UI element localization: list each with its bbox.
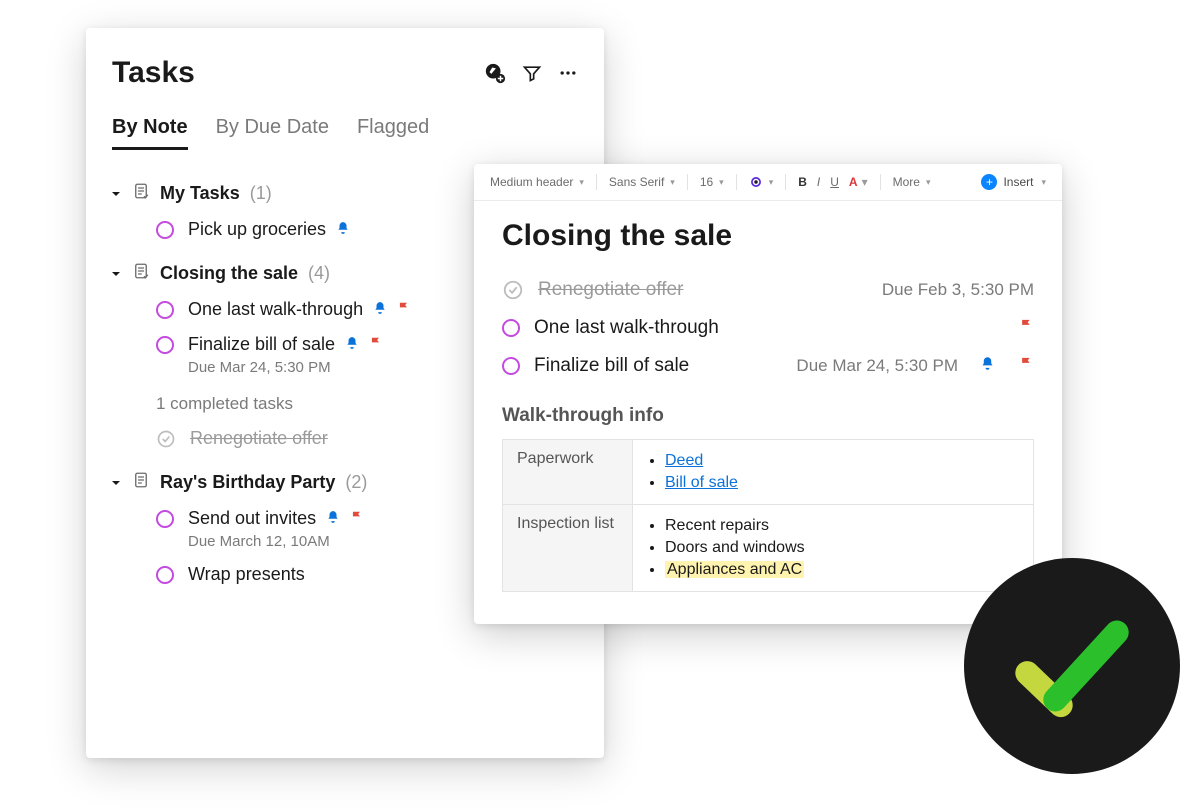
task-checkbox[interactable] bbox=[156, 301, 174, 319]
toolbar-text-color-icon[interactable]: A▾ bbox=[847, 173, 870, 191]
toolbar-separator bbox=[736, 174, 737, 190]
toolbar-color-icon[interactable]: ▾ bbox=[747, 173, 776, 191]
tab-by-due-date[interactable]: By Due Date bbox=[216, 116, 329, 150]
task-checkbox[interactable] bbox=[156, 510, 174, 528]
task-checkbox[interactable] bbox=[156, 566, 174, 584]
plus-icon: + bbox=[981, 174, 997, 190]
table-cell[interactable]: Deed Bill of sale bbox=[633, 440, 1034, 505]
task-due: Due March 12, 10AM bbox=[188, 533, 364, 550]
check-badge bbox=[964, 558, 1180, 774]
task-checkbox[interactable] bbox=[502, 357, 520, 375]
note-task-title: Finalize bill of sale bbox=[534, 355, 689, 377]
chevron-down-icon bbox=[110, 477, 122, 489]
chevron-down-icon bbox=[110, 188, 122, 200]
flag-icon bbox=[397, 299, 411, 320]
task-body: Finalize bill of sale Due Mar 24, 5:30 P… bbox=[188, 334, 383, 376]
more-icon[interactable] bbox=[558, 63, 578, 83]
reminder-icon bbox=[336, 219, 350, 240]
task-checkbox[interactable] bbox=[156, 336, 174, 354]
table-label: Paperwork bbox=[503, 440, 633, 505]
info-table: Paperwork Deed Bill of sale Inspection l… bbox=[502, 439, 1034, 592]
table-cell[interactable]: Recent repairs Doors and windows Applian… bbox=[633, 505, 1034, 592]
list-item-highlight: Appliances and AC bbox=[665, 561, 804, 578]
task-checkbox[interactable] bbox=[502, 319, 520, 337]
toolbar-bold-icon[interactable]: B bbox=[796, 173, 809, 191]
note-title[interactable]: Closing the sale bbox=[502, 219, 1034, 253]
note-icon bbox=[132, 471, 150, 494]
task-body: Pick up groceries bbox=[188, 219, 350, 240]
list-item: Doors and windows bbox=[665, 539, 805, 556]
chevron-down-icon bbox=[110, 268, 122, 280]
list-item: Recent repairs bbox=[665, 517, 769, 534]
reminder-icon bbox=[326, 508, 340, 529]
note-task-item[interactable]: Renegotiate offer Due Feb 3, 5:30 PM bbox=[502, 271, 1034, 309]
toolbar-style-select[interactable]: Medium header▾ bbox=[488, 173, 586, 191]
note-icon bbox=[132, 182, 150, 205]
task-title: Finalize bill of sale bbox=[188, 334, 335, 355]
flag-icon bbox=[1019, 317, 1034, 339]
tab-by-note[interactable]: By Note bbox=[112, 116, 188, 150]
table-row: Paperwork Deed Bill of sale bbox=[503, 440, 1034, 505]
note-task-item[interactable]: One last walk-through bbox=[502, 309, 1034, 347]
task-title: One last walk-through bbox=[188, 299, 363, 320]
reminder-icon bbox=[980, 355, 995, 377]
toolbar-underline-icon[interactable]: U bbox=[828, 173, 841, 191]
toolbar-font-select[interactable]: Sans Serif▾ bbox=[607, 173, 677, 191]
toolbar-size-select[interactable]: 16▾ bbox=[698, 173, 726, 191]
reminder-icon bbox=[345, 334, 359, 355]
tasks-header: Tasks bbox=[110, 56, 580, 102]
completed-check-icon bbox=[502, 279, 524, 301]
table-label: Inspection list bbox=[503, 505, 633, 592]
toolbar-separator bbox=[596, 174, 597, 190]
task-title: Pick up groceries bbox=[188, 219, 326, 240]
group-count: (4) bbox=[308, 263, 330, 284]
tasks-title: Tasks bbox=[112, 56, 195, 90]
note-panel: Medium header▾ Sans Serif▾ 16▾ ▾ B I U A… bbox=[474, 164, 1062, 624]
task-body: Wrap presents bbox=[188, 564, 305, 585]
group-name: Ray's Birthday Party bbox=[160, 472, 335, 493]
checkmark-icon bbox=[1002, 596, 1142, 736]
tab-flagged[interactable]: Flagged bbox=[357, 116, 429, 150]
note-task-due: Due Feb 3, 5:30 PM bbox=[882, 280, 1034, 300]
toolbar-italic-icon[interactable]: I bbox=[815, 173, 822, 191]
flag-icon bbox=[1019, 355, 1034, 377]
task-title: Wrap presents bbox=[188, 564, 305, 585]
group-count: (2) bbox=[345, 472, 367, 493]
link-bill-of-sale[interactable]: Bill of sale bbox=[665, 474, 738, 491]
note-task-title: Renegotiate offer bbox=[538, 279, 683, 301]
completed-check-icon bbox=[156, 429, 176, 449]
flag-icon bbox=[350, 508, 364, 529]
task-body: One last walk-through bbox=[188, 299, 411, 320]
note-task-item[interactable]: Finalize bill of sale Due Mar 24, 5:30 P… bbox=[502, 347, 1034, 385]
group-name: My Tasks bbox=[160, 183, 240, 204]
task-title: Send out invites bbox=[188, 508, 316, 529]
note-section-title[interactable]: Walk-through info bbox=[502, 405, 1034, 427]
completed-task-title: Renegotiate offer bbox=[190, 428, 328, 449]
toolbar-separator bbox=[880, 174, 881, 190]
toolbar-insert-button[interactable]: + Insert▾ bbox=[979, 172, 1048, 192]
tasks-header-actions bbox=[484, 62, 578, 84]
note-toolbar: Medium header▾ Sans Serif▾ 16▾ ▾ B I U A… bbox=[474, 164, 1062, 201]
note-task-due: Due Mar 24, 5:30 PM bbox=[796, 356, 958, 376]
tasks-tabs: By Note By Due Date Flagged bbox=[110, 102, 580, 160]
note-task-title: One last walk-through bbox=[534, 317, 719, 339]
group-count: (1) bbox=[250, 183, 272, 204]
link-deed[interactable]: Deed bbox=[665, 452, 703, 469]
toolbar-separator bbox=[785, 174, 786, 190]
group-name: Closing the sale bbox=[160, 263, 298, 284]
note-body: Closing the sale Renegotiate offer Due F… bbox=[474, 201, 1062, 612]
flag-icon bbox=[369, 334, 383, 355]
toolbar-more[interactable]: More▾ bbox=[891, 173, 933, 191]
filter-icon[interactable] bbox=[522, 63, 542, 83]
toolbar-separator bbox=[687, 174, 688, 190]
add-task-icon[interactable] bbox=[484, 62, 506, 84]
note-icon bbox=[132, 262, 150, 285]
task-due: Due Mar 24, 5:30 PM bbox=[188, 359, 383, 376]
task-body: Send out invites Due March 12, 10AM bbox=[188, 508, 364, 550]
reminder-icon bbox=[373, 299, 387, 320]
table-row: Inspection list Recent repairs Doors and… bbox=[503, 505, 1034, 592]
task-checkbox[interactable] bbox=[156, 221, 174, 239]
